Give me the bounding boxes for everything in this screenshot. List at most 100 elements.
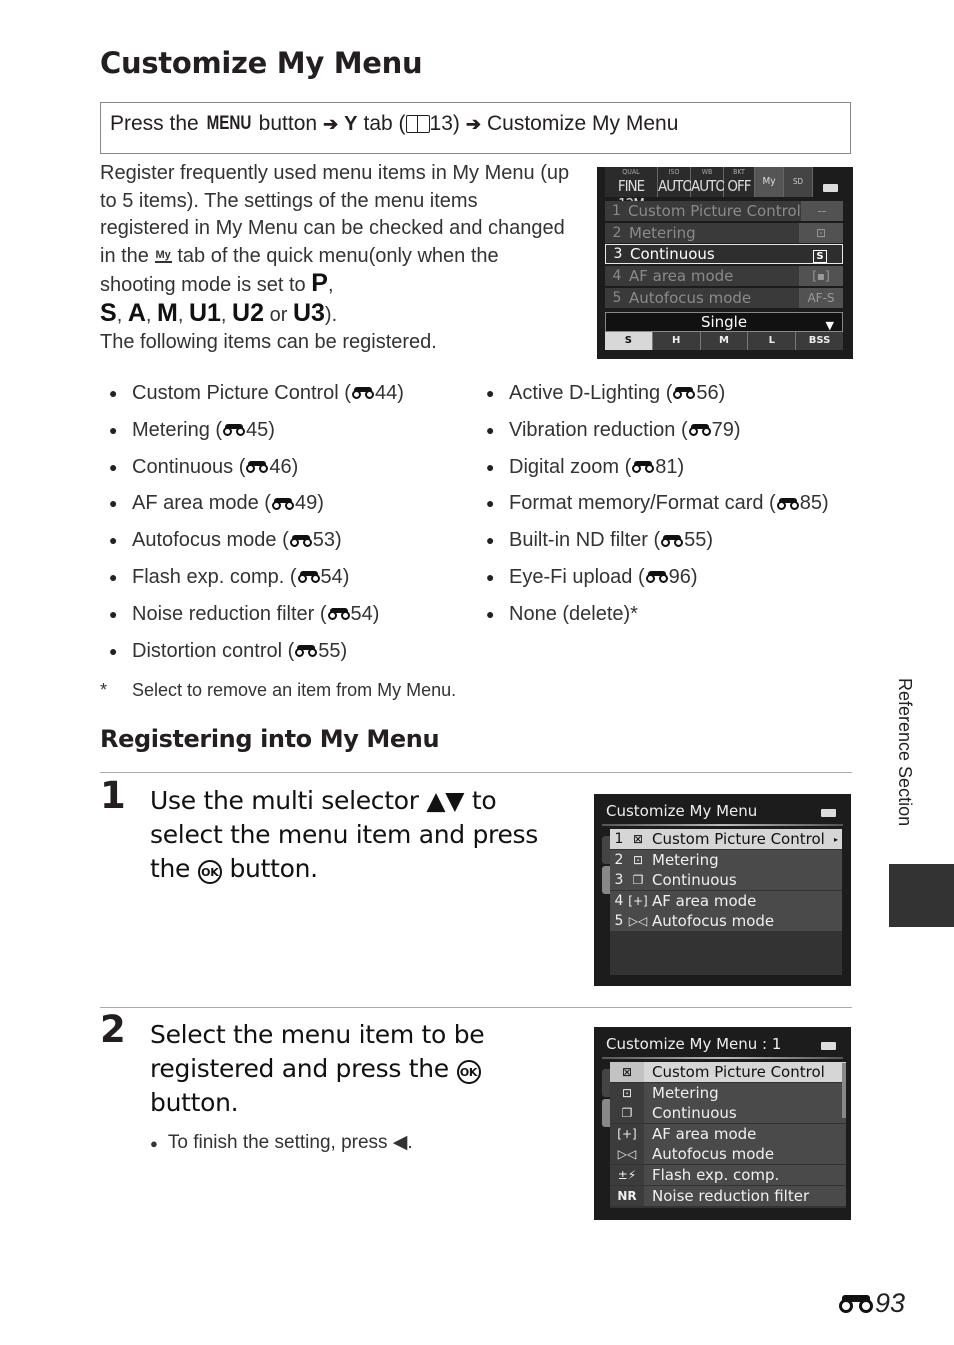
registrable-list-left: ● Custom Picture Control (44) ● Metering (…	[100, 375, 404, 669]
list-item: ● Active D-Lighting (56)	[477, 375, 829, 412]
tab-qual[interactable]: QUALFINE 12M	[605, 167, 658, 213]
row-label: Metering	[629, 224, 696, 242]
mode-s: S	[100, 298, 117, 327]
list-item: ● Vibration reduction (79)	[477, 412, 829, 449]
item-page: 53)	[312, 529, 342, 552]
page-number: 93	[838, 1288, 905, 1319]
item-page: 55)	[684, 529, 714, 552]
intro-paragraph: Register frequently used menu items in M…	[100, 162, 570, 353]
tab-value: AUTO	[658, 177, 693, 195]
noise-reduction-icon: NR	[610, 1185, 644, 1206]
tab-caption: ISO	[668, 168, 680, 176]
side-tab[interactable]	[602, 836, 610, 864]
bullet: ●	[109, 605, 118, 622]
page-title: Customize My Menu	[100, 46, 423, 80]
step-number: 1	[100, 774, 126, 817]
menu-row[interactable]: 2 ⊡ Metering	[610, 849, 842, 870]
ok-button-icon: OK	[197, 860, 222, 884]
page-number-value: 93	[875, 1288, 906, 1318]
item-label: Noise reduction filter (	[132, 602, 327, 625]
menu-row-selected[interactable]: ⊠ Custom Picture Control	[610, 1062, 846, 1082]
bullet: ●	[486, 385, 495, 401]
menu-row[interactable]: ▷◁ Autofocus mode	[610, 1144, 846, 1165]
bullet: ●	[486, 495, 495, 512]
quick-row[interactable]: 2 Metering ⊡	[605, 223, 843, 243]
tab-bkt[interactable]: BKT OFF	[724, 167, 755, 197]
autofocus-icon: ▷◁	[610, 1144, 644, 1165]
quick-row[interactable]: 4 AF area mode [▪]	[605, 266, 843, 286]
item-label: Continuous (	[132, 455, 246, 478]
menu-row[interactable]: ±⚡ Flash exp. comp.	[610, 1164, 846, 1185]
item-page: 54)	[320, 565, 350, 588]
quick-row-selected[interactable]: 3 Continuous S	[605, 244, 843, 264]
screen-title: Customize My Menu : 1	[606, 1035, 782, 1053]
mode-u3: U3	[292, 298, 325, 327]
side-tab-active[interactable]	[602, 1099, 610, 1127]
mode-option-high[interactable]: H	[653, 332, 701, 350]
reference-icon	[839, 1294, 873, 1313]
menu-row[interactable]: [+] AF area mode	[610, 1123, 846, 1144]
current-value-bar: Single ▼	[605, 312, 843, 332]
item-page: 55)	[318, 639, 348, 662]
metering-icon: ⊡	[610, 1082, 644, 1103]
side-tab[interactable]	[602, 1069, 610, 1097]
menu-row[interactable]: ❐ Continuous	[610, 1103, 846, 1124]
picture-control-icon: ⊠	[632, 832, 644, 846]
af-area-icon: [+]	[610, 1123, 644, 1144]
row-label: AF area mode	[652, 1124, 757, 1143]
tab-sd[interactable]: SD	[784, 167, 813, 197]
bullet: ●	[109, 568, 118, 585]
footnote-marker: *	[100, 680, 108, 700]
row-number: 4	[614, 892, 624, 909]
metering-icon: ⊡	[799, 223, 843, 243]
sub-bullet-text: To finish the setting, press ◀.	[167, 1132, 413, 1153]
menu-row[interactable]: 3 ❐ Continuous	[610, 870, 842, 891]
tab-my-menu[interactable]: My	[755, 167, 784, 197]
scrollbar[interactable]	[842, 1063, 846, 1118]
af-area-icon: [▪]	[799, 266, 843, 286]
mode-option-bss[interactable]: BSS	[796, 332, 843, 350]
menu-row[interactable]: ⊡ Metering	[610, 1082, 846, 1103]
mode-option-single[interactable]: S	[605, 332, 653, 350]
menu-row[interactable]: 5 ▷◁ Autofocus mode	[610, 911, 842, 932]
item-page: 54)	[350, 602, 380, 625]
battery-icon	[821, 809, 836, 817]
quick-row[interactable]: 1 Custom Picture Control --	[605, 201, 843, 221]
bullet: ●	[109, 458, 118, 475]
item-label: Metering (	[132, 418, 223, 441]
tab-wb[interactable]: WB AUTO1	[691, 167, 734, 197]
row-label: Autofocus mode	[652, 912, 775, 931]
item-label: AF area mode (	[132, 492, 271, 515]
row-label: Custom Picture Control	[652, 830, 825, 848]
mode-option-low[interactable]: L	[748, 332, 797, 350]
item-page: 56)	[696, 382, 726, 404]
reference-icon	[246, 460, 269, 473]
section-side-marker	[889, 864, 954, 927]
item-label: Distortion control (	[132, 639, 295, 662]
mode-u1: U1	[188, 298, 221, 327]
tab-iso[interactable]: ISO AUTO	[658, 167, 693, 197]
menu-row-selected[interactable]: 1 ⊠ Custom Picture Control ▸	[610, 829, 842, 849]
menu-row[interactable]: NR Noise reduction filter	[610, 1185, 846, 1206]
picture-control-icon: ⊠	[610, 1062, 644, 1082]
list-item: ● Continuous (46)	[100, 449, 404, 486]
bullet: ●	[486, 532, 495, 549]
reference-icon	[295, 644, 318, 657]
quick-row[interactable]: 5 Autofocus mode AF-S	[605, 288, 843, 308]
navigation-path: Press the MENU button ➔ Y tab (13) ➔ Cus…	[110, 112, 678, 136]
side-tab-active[interactable]	[602, 866, 610, 894]
current-value: Single	[700, 313, 748, 331]
row-value: --	[800, 201, 843, 221]
wrench-icon: Y	[344, 112, 358, 135]
mode-option-medium[interactable]: M	[701, 332, 749, 350]
row-number: 1	[612, 203, 621, 219]
list-item: ● Distortion control (55)	[100, 633, 404, 670]
row-number: 5	[614, 913, 624, 930]
row-label: Noise reduction filter	[652, 1186, 810, 1205]
path-tab-page: 13)	[429, 112, 460, 135]
reference-icon	[776, 497, 799, 510]
row-label: Continuous	[652, 871, 737, 890]
bullet: ●	[109, 495, 118, 512]
intro-close: ).	[324, 303, 338, 326]
menu-row[interactable]: 4 [+] AF area mode	[610, 890, 842, 911]
